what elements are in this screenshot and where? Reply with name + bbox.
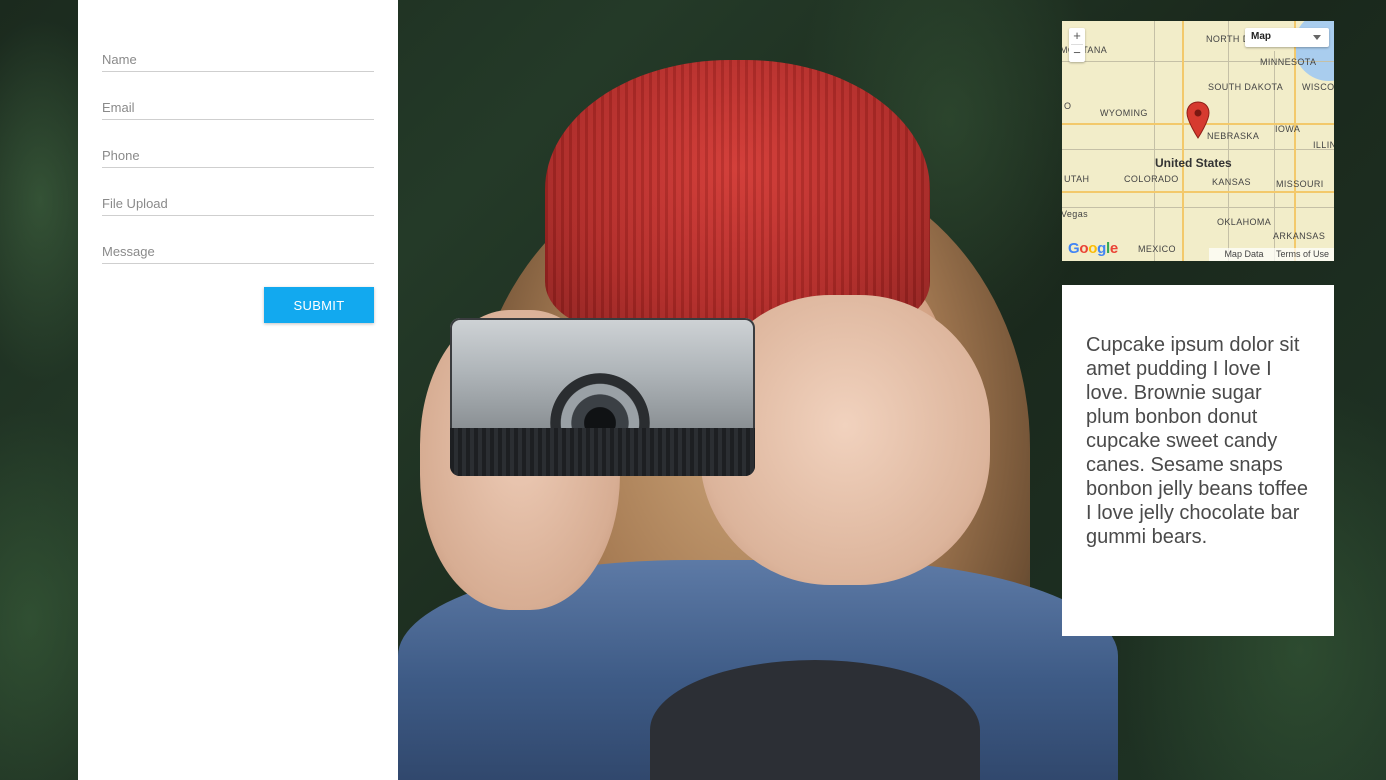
map-label-new-mexico: MEXICO [1138, 244, 1176, 254]
map-label-kansas: KANSAS [1212, 177, 1251, 187]
zoom-control: + − [1069, 28, 1085, 62]
zoom-out-button[interactable]: − [1069, 45, 1085, 61]
terms-of-use-link[interactable]: Terms of Use [1276, 249, 1329, 259]
info-card: Cupcake ipsum dolor sit amet pudding I l… [1062, 285, 1334, 636]
chevron-down-icon [1313, 35, 1321, 40]
map-label-united-states: United States [1155, 156, 1232, 170]
map-data-link[interactable]: Map Data [1224, 249, 1263, 259]
map-label-missouri: MISSOURI [1276, 179, 1324, 189]
map-label-iowa: IOWA [1275, 124, 1301, 134]
name-field-label: Name [102, 52, 137, 67]
map-label-utah: UTAH [1064, 174, 1090, 184]
map-footer: Map Data Terms of Use [1209, 248, 1334, 261]
file-upload-field[interactable]: File Upload [102, 191, 374, 216]
map-type-label: Map [1251, 31, 1271, 42]
submit-button[interactable]: SUBMIT [264, 287, 374, 323]
map-label-arkansas: ARKANSAS [1273, 231, 1326, 241]
file-upload-field-label: File Upload [102, 196, 168, 211]
map-label-las-vegas: Vegas [1062, 209, 1089, 219]
google-logo: Google [1068, 240, 1118, 257]
map-label-wyoming: WYOMING [1100, 108, 1148, 118]
map-border [1154, 21, 1155, 261]
photo-camera [450, 318, 755, 476]
map-type-dropdown[interactable]: Map [1245, 28, 1329, 47]
card-text: Cupcake ipsum dolor sit amet pudding I l… [1086, 334, 1309, 548]
photo-beanie [545, 60, 930, 330]
map-label-nebraska: NEBRASKA [1207, 131, 1260, 141]
map-label-illinois: ILLIN [1313, 140, 1334, 150]
map-label-wisconsin: WISCO [1302, 82, 1334, 92]
map-marker-icon[interactable] [1186, 101, 1210, 139]
map-road [1182, 21, 1184, 261]
phone-field[interactable]: Phone [102, 143, 374, 168]
map-label-south-dakota: SOUTH DAKOTA [1208, 82, 1284, 92]
email-field-label: Email [102, 100, 135, 115]
map-label-colorado: COLORADO [1124, 174, 1179, 184]
message-field[interactable]: Message [102, 239, 374, 264]
map-label-minnesota: MINNESOTA [1260, 57, 1317, 67]
map-label-left-edge: O [1064, 101, 1072, 111]
phone-field-label: Phone [102, 148, 140, 163]
name-field[interactable]: Name [102, 47, 374, 72]
message-field-label: Message [102, 244, 155, 259]
page-background: Name Email Phone File Upload Message SUB… [0, 0, 1386, 780]
zoom-in-button[interactable]: + [1069, 28, 1085, 44]
contact-form-panel: Name Email Phone File Upload Message SUB… [78, 0, 398, 780]
location-map[interactable]: NORTH DAKOTA MONTANA MINNESOTA SOUTH DAK… [1062, 21, 1334, 261]
map-label-oklahoma: OKLAHOMA [1217, 217, 1272, 227]
email-field[interactable]: Email [102, 95, 374, 120]
